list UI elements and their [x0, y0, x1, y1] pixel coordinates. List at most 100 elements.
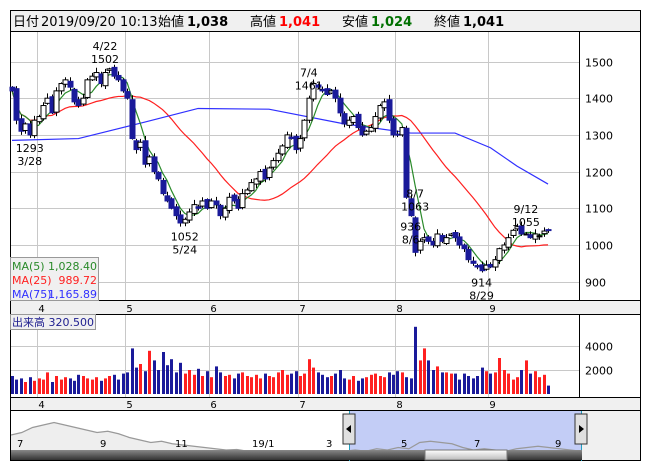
volume-bar [104, 378, 107, 394]
volume-bar [281, 370, 284, 394]
month-label-top: 7 [299, 304, 305, 315]
volume-bar [525, 360, 528, 394]
date-value: 2019/09/20 10:13 [41, 15, 158, 30]
candle-down [487, 263, 494, 268]
candle-up [541, 230, 548, 235]
volume-bar [423, 348, 426, 394]
annotation-value: 936 [400, 221, 421, 234]
volume-bar [113, 374, 116, 394]
volume-bar [343, 378, 346, 394]
volume-bar [60, 379, 63, 394]
volume-bar [494, 372, 497, 394]
volume-bar [255, 374, 258, 394]
month-label-top: 5 [126, 304, 132, 315]
volume-bar [100, 380, 103, 394]
candle-down [394, 133, 401, 136]
open-value: 1,038 [187, 15, 228, 30]
volume-bar [188, 370, 191, 394]
navigator-date-label: 3 [326, 439, 332, 450]
volume-bar [219, 372, 222, 394]
volume-bar [175, 372, 178, 394]
candle-down [425, 236, 432, 242]
candle-up [186, 211, 193, 221]
annotation-date: 9/12 [514, 203, 539, 216]
candle-up [510, 229, 517, 236]
price-tick-label: 1500 [585, 57, 613, 70]
volume-bar [361, 378, 364, 394]
annotation-value: 1293 [16, 142, 44, 155]
volume-bar [277, 372, 280, 394]
candle-up [22, 123, 29, 131]
close-label: 終値 [434, 14, 460, 30]
volume-bar [463, 373, 466, 394]
volume-bar [312, 367, 315, 394]
candle-down [195, 206, 202, 209]
candle-down [177, 214, 184, 224]
date-label: 日付 [13, 15, 39, 30]
volume-bar [458, 379, 461, 394]
volume-bar [414, 326, 417, 394]
volume-bar [73, 380, 76, 394]
candle-down [337, 97, 344, 114]
volume-bar [241, 372, 244, 394]
volume-bar [538, 377, 541, 394]
volume-bar [498, 358, 501, 394]
candle-up [279, 145, 286, 155]
month-label-top: 9 [489, 304, 495, 315]
navigator-right-pad [582, 411, 640, 460]
month-label-bottom: 6 [210, 400, 216, 411]
volume-bar [357, 380, 360, 394]
price-tick-label: 900 [585, 277, 606, 290]
volume-bar [82, 376, 85, 394]
month-label-bottom: 8 [396, 400, 402, 411]
price-tick-label: 1100 [585, 203, 613, 216]
volume-bar [268, 376, 271, 394]
candle-up [137, 141, 144, 148]
annotation-date: 8/7 [406, 187, 424, 200]
volume-bar [503, 370, 506, 394]
annotation-value: 1063 [401, 200, 429, 213]
volume-bar [224, 376, 227, 394]
candle-up [40, 105, 47, 120]
navigator-left-handle[interactable] [342, 413, 356, 445]
annotation-date: 7/4 [300, 67, 318, 80]
month-strip-bottom [10, 397, 641, 411]
volume-bar [436, 366, 439, 394]
volume-bar [206, 371, 209, 394]
high-value: 1,041 [279, 15, 320, 30]
candle-down [168, 198, 175, 209]
candle-up [363, 130, 370, 135]
volume-bar [201, 376, 204, 394]
volume-bar [108, 376, 111, 394]
annotation-value: 1502 [91, 53, 119, 66]
volume-bar [370, 374, 373, 394]
candle-up [93, 72, 100, 78]
month-label-bottom: 9 [489, 400, 495, 411]
volume-bar [481, 367, 484, 394]
candle-up [84, 79, 91, 98]
volume-bar [184, 373, 187, 394]
candle-up [301, 119, 308, 139]
candle-down [67, 80, 74, 88]
low-label: 安値 [342, 14, 368, 30]
annotation-value: 1052 [171, 230, 199, 243]
volume-bar [334, 373, 337, 394]
stock-chart-widget: 日付 2019/09/20 10:13 始値 1,038 高値 1,041 安値… [0, 0, 652, 469]
navigator-right-handle[interactable] [574, 413, 588, 445]
volume-bar [392, 374, 395, 394]
volume-bar [264, 373, 267, 394]
candle-down [173, 206, 180, 217]
candle-down [461, 244, 468, 250]
candle-down [386, 99, 393, 121]
navigator-scrollbar-thumb[interactable] [424, 449, 508, 461]
candle-down [456, 236, 463, 246]
candle-down [151, 156, 158, 173]
navigator-date-label: 9 [100, 439, 106, 450]
volume-bar [135, 367, 138, 394]
volume-bar [507, 373, 510, 394]
volume-bar [303, 373, 306, 394]
volume-bar [348, 379, 351, 394]
candle-up [496, 248, 503, 261]
candle-up [191, 204, 198, 214]
candle-down [129, 99, 136, 140]
